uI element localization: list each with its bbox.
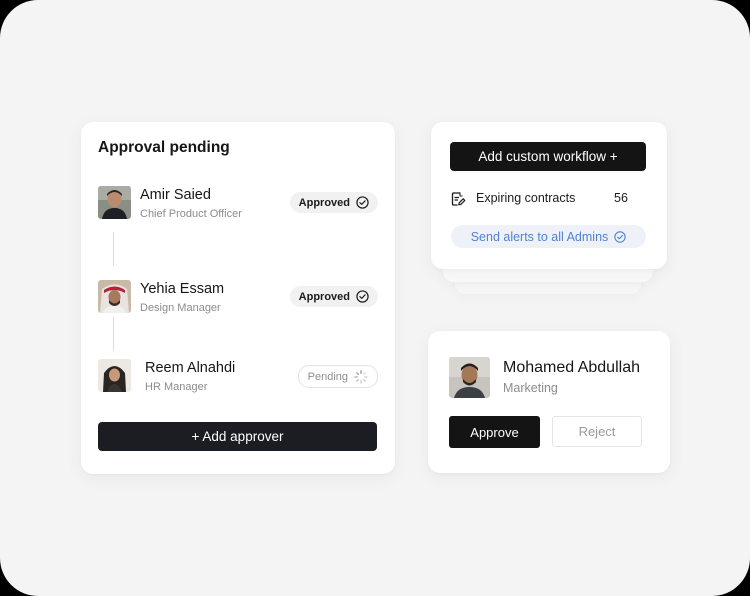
status-badge: Approved bbox=[289, 286, 378, 307]
add-custom-workflow-button[interactable]: Add custom workflow + bbox=[450, 142, 646, 171]
person-department: Marketing bbox=[503, 381, 558, 395]
status-label: Pending bbox=[307, 370, 348, 383]
status-badge: Approved bbox=[289, 192, 378, 213]
expiring-contracts-count: 56 bbox=[614, 191, 628, 205]
avatar bbox=[98, 186, 131, 219]
avatar bbox=[98, 359, 131, 392]
status-label: Approved bbox=[298, 290, 350, 303]
approver-row: Yehia Essam Design Manager Approved bbox=[98, 280, 378, 314]
expiring-contracts-row[interactable]: Expiring contracts 56 bbox=[450, 190, 650, 208]
add-approver-button[interactable]: + Add approver bbox=[98, 422, 377, 451]
approver-name: Yehia Essam bbox=[140, 281, 225, 297]
approver-row: Amir Saied Chief Product Officer Approve… bbox=[98, 186, 378, 220]
approver-name: Amir Saied bbox=[140, 187, 211, 203]
app-frame: Approval pending Amir Saied Chief Produc… bbox=[0, 0, 750, 596]
avatar bbox=[449, 357, 490, 398]
workflow-card: Add custom workflow + Expiring contracts… bbox=[431, 122, 667, 269]
person-approval-card: Mohamed Abdullah Marketing Approve Rejec… bbox=[428, 331, 670, 473]
check-circle-icon bbox=[356, 196, 369, 209]
person-name: Mohamed Abdullah bbox=[503, 359, 640, 376]
avatar bbox=[98, 280, 131, 313]
status-badge: Pending bbox=[297, 365, 378, 388]
status-label: Approved bbox=[298, 196, 350, 209]
approver-role: Chief Product Officer bbox=[140, 208, 242, 220]
approval-title: Approval pending bbox=[98, 139, 230, 156]
approver-role: HR Manager bbox=[145, 381, 208, 393]
send-alerts-label: Send alerts to all Admins bbox=[470, 229, 609, 244]
approver-row: Reem Alnahdi HR Manager Pending bbox=[98, 359, 378, 393]
reject-button[interactable]: Reject bbox=[552, 416, 642, 447]
approver-connector bbox=[113, 317, 114, 351]
approver-role: Design Manager bbox=[140, 302, 221, 314]
expiring-contracts-label: Expiring contracts bbox=[476, 191, 576, 205]
spinner-icon bbox=[354, 369, 368, 384]
document-edit-icon bbox=[451, 192, 466, 206]
approve-button[interactable]: Approve bbox=[449, 416, 540, 448]
approval-card: Approval pending Amir Saied Chief Produc… bbox=[81, 122, 395, 474]
check-circle-icon bbox=[614, 230, 626, 243]
approver-connector bbox=[113, 232, 114, 266]
check-circle-icon bbox=[356, 290, 369, 303]
send-alerts-button[interactable]: Send alerts to all Admins bbox=[451, 225, 646, 248]
approver-name: Reem Alnahdi bbox=[145, 360, 236, 376]
